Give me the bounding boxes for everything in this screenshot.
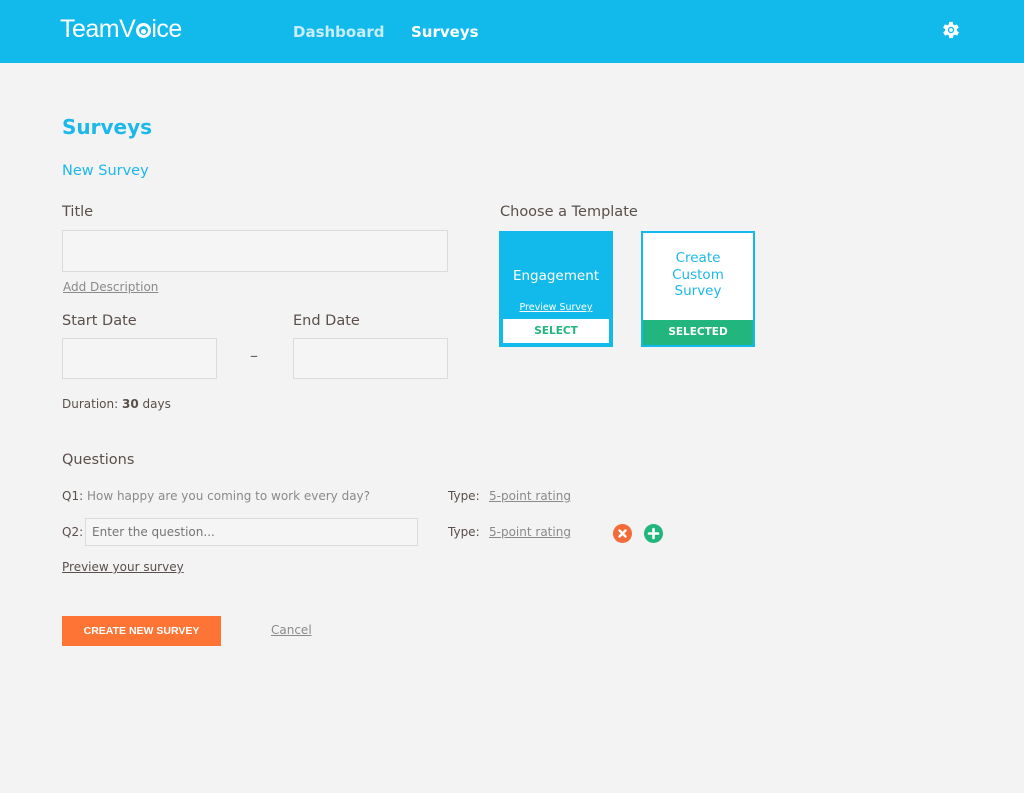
question-text: How happy are you coming to work every d… bbox=[86, 489, 371, 503]
template-card-engagement[interactable]: Engagement Preview Survey SELECT bbox=[499, 231, 613, 347]
page-subtitle: New Survey bbox=[62, 163, 149, 179]
start-date-label: Start Date bbox=[62, 313, 137, 329]
duration-unit: days bbox=[142, 397, 171, 411]
add-question-button[interactable] bbox=[644, 524, 663, 543]
duration-text: Duration: 30 days bbox=[62, 397, 171, 411]
question-type-dropdown[interactable]: 5-point rating bbox=[489, 525, 571, 539]
title-label: Title bbox=[62, 204, 94, 220]
template-card-custom[interactable]: Create Custom Survey SELECTED bbox=[641, 231, 755, 347]
plus-icon bbox=[647, 527, 660, 540]
question-input[interactable] bbox=[85, 518, 418, 546]
nav-surveys[interactable]: Surveys bbox=[411, 23, 479, 41]
close-icon bbox=[618, 529, 627, 538]
choose-template-heading: Choose a Template bbox=[500, 204, 638, 220]
questions-heading: Questions bbox=[62, 452, 135, 468]
end-date-input[interactable] bbox=[293, 338, 448, 379]
title-input[interactable] bbox=[62, 230, 448, 272]
preview-your-survey-link[interactable]: Preview your survey bbox=[62, 560, 184, 574]
template-name: Engagement bbox=[512, 268, 600, 284]
add-description-link[interactable]: Add Description bbox=[63, 280, 158, 294]
top-nav-bar: TeamV ice Dashboard Surveys bbox=[0, 0, 1024, 63]
template-name: Create Custom Survey bbox=[672, 250, 724, 299]
date-separator: – bbox=[250, 346, 258, 365]
select-template-button[interactable]: SELECT bbox=[501, 319, 611, 345]
start-date-input[interactable] bbox=[62, 338, 217, 379]
question-row-1: Q1: How happy are you coming to work eve… bbox=[62, 489, 370, 503]
question-number: Q2: bbox=[62, 525, 84, 539]
cancel-link[interactable]: Cancel bbox=[271, 623, 312, 637]
gear-icon[interactable] bbox=[940, 19, 962, 41]
logo-o-icon bbox=[135, 23, 151, 38]
preview-survey-link[interactable]: Preview Survey bbox=[501, 302, 611, 313]
nav-dashboard[interactable]: Dashboard bbox=[293, 23, 384, 41]
duration-value: 30 bbox=[122, 397, 139, 411]
teamvoice-logo[interactable]: TeamV ice bbox=[60, 15, 182, 44]
type-label: Type: bbox=[448, 525, 480, 539]
end-date-label: End Date bbox=[293, 313, 360, 329]
logo-text-prefix: TeamV bbox=[60, 15, 136, 43]
type-label: Type: bbox=[448, 489, 480, 503]
remove-question-button[interactable] bbox=[613, 524, 632, 543]
create-new-survey-button[interactable]: CREATE NEW SURVEY bbox=[62, 616, 221, 646]
page-title: Surveys bbox=[62, 115, 153, 139]
question-type-dropdown[interactable]: 5-point rating bbox=[489, 489, 571, 503]
duration-label: Duration: bbox=[62, 397, 119, 411]
question-number: Q1: bbox=[62, 489, 84, 503]
logo-text-suffix: ice bbox=[151, 15, 182, 43]
selected-template-button[interactable]: SELECTED bbox=[643, 320, 753, 345]
